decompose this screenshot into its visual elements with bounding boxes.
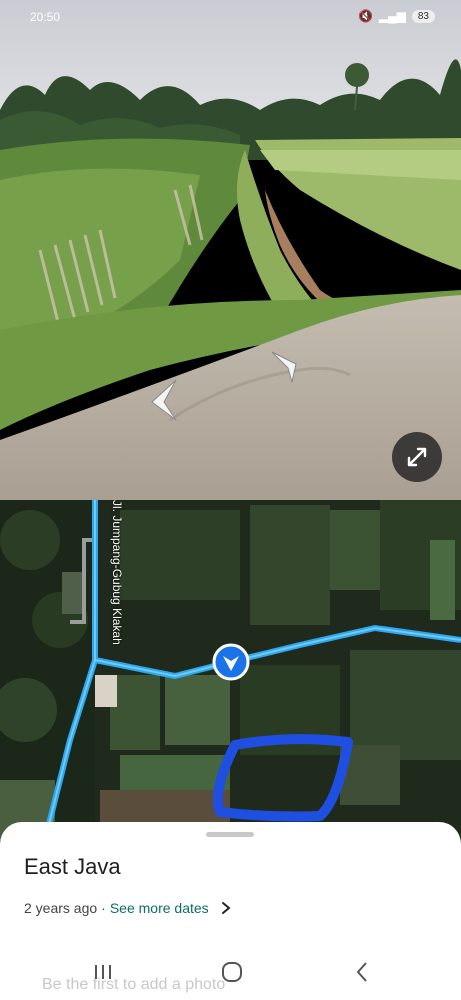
imagery-age: 2 years ago — [24, 900, 98, 916]
status-bar: 20:50 🔇 ▂▄▆ 83 — [0, 0, 461, 36]
separator-dot: · — [101, 900, 106, 916]
system-navigation-bar — [0, 945, 461, 1000]
road-label: Jl. Jumpang-Gubug Klakah — [110, 500, 124, 645]
recents-icon — [95, 965, 111, 979]
street-view-panorama[interactable]: 20:50 🔇 ▂▄▆ 83 — [0, 0, 461, 500]
see-more-dates-link[interactable]: See more dates — [110, 900, 209, 916]
back-icon — [356, 962, 367, 982]
home-icon — [222, 962, 242, 982]
chevron-back-icon[interactable] — [146, 376, 182, 424]
imagery-date-row: 2 years ago · See more dates — [24, 900, 231, 916]
battery-badge: 83 — [411, 9, 435, 23]
place-title: East Java — [24, 854, 121, 879]
street-view-image — [0, 0, 461, 500]
direction-marker-icon — [212, 643, 250, 681]
status-icons: 🔇 ▂▄▆ 83 — [358, 9, 435, 23]
status-time: 20:50 — [30, 10, 61, 24]
satellite-map[interactable]: Jl. Jumpang-Gubug Klakah — [0, 500, 461, 840]
signal-icon: ▂▄▆ — [378, 9, 406, 23]
home-button[interactable] — [217, 957, 247, 987]
mute-icon: 🔇 — [357, 9, 373, 23]
chevron-right-icon[interactable] — [221, 901, 231, 915]
back-button[interactable] — [347, 957, 377, 987]
expand-button[interactable] — [392, 432, 442, 482]
drag-handle[interactable] — [206, 832, 254, 837]
expand-icon — [407, 447, 427, 467]
recents-button[interactable] — [88, 957, 118, 987]
chevron-forward-icon[interactable] — [268, 346, 304, 386]
